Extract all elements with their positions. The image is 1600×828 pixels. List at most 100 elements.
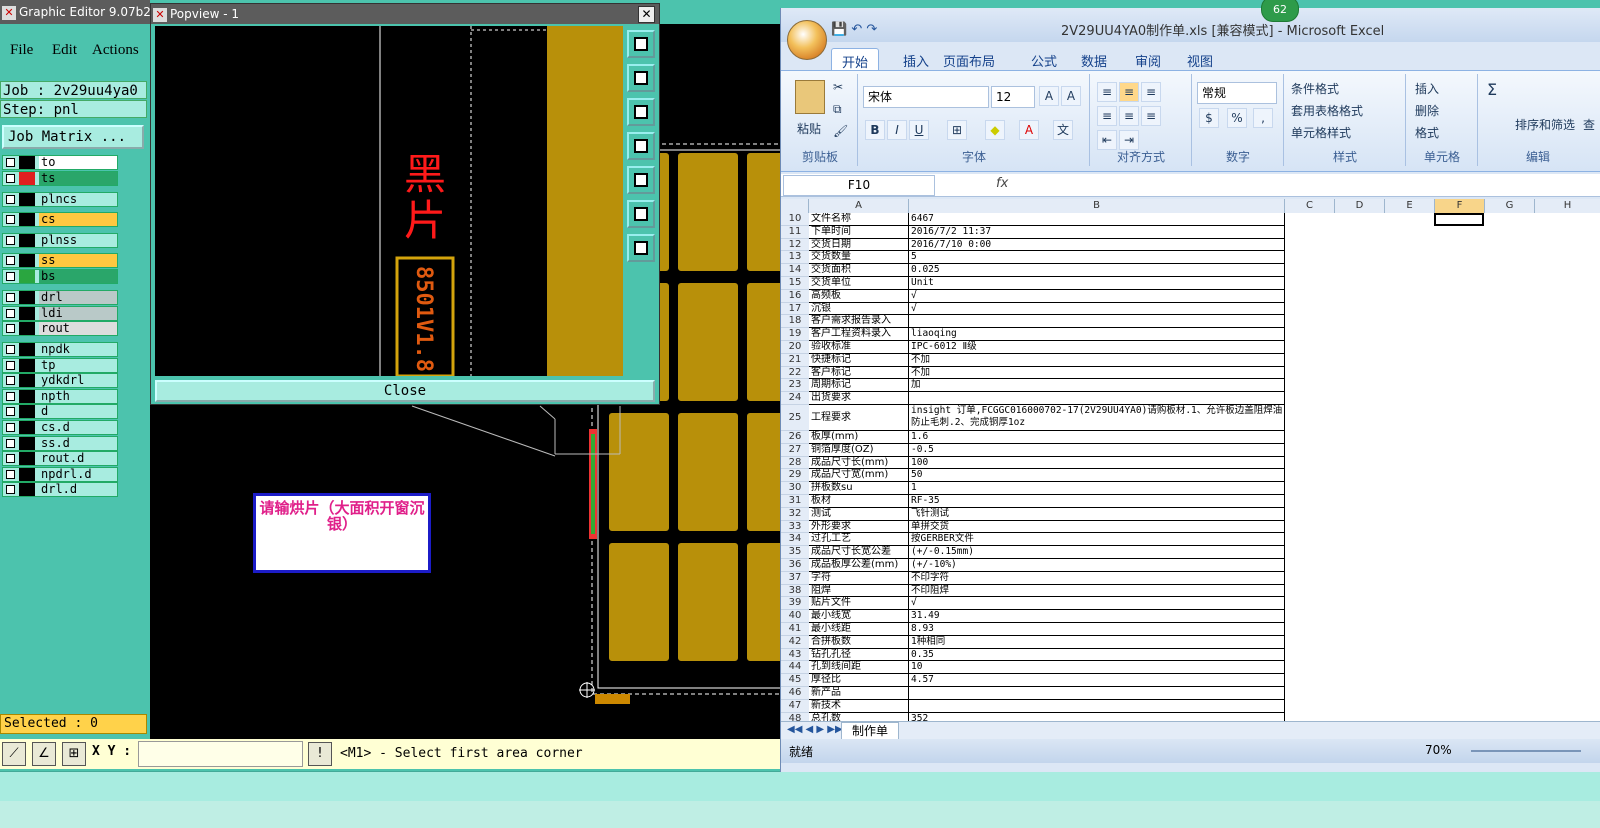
cell-b[interactable]: 0.35 (909, 648, 1285, 662)
row-number[interactable]: 15 (781, 277, 809, 290)
layer-row-d[interactable]: d (2, 404, 118, 419)
cell-a[interactable]: 交货数量 (809, 251, 909, 265)
cell-b[interactable]: √ (909, 289, 1285, 303)
column-header-f[interactable]: F (1435, 199, 1485, 213)
cut-icon[interactable]: ✂ (833, 80, 843, 94)
cell-a[interactable]: 孔到线间距 (809, 661, 909, 675)
cell-a[interactable]: 字符 (809, 571, 909, 585)
name-box[interactable]: F10 (783, 175, 935, 196)
xy-input[interactable] (138, 741, 303, 767)
layer-row-ss-d[interactable]: ss.d (2, 436, 118, 451)
cell-b[interactable]: 8.93 (909, 623, 1285, 636)
align-bottom-icon[interactable]: ≡ (1141, 82, 1161, 102)
fx-icon[interactable]: fx (996, 176, 1008, 191)
layer-row-ldi[interactable]: ldi (2, 306, 118, 321)
cell-b[interactable]: 2016/7/2 11:37 (909, 225, 1285, 239)
cell-b[interactable]: 352 (909, 712, 1285, 721)
cell-a[interactable]: 拼板数su (809, 482, 909, 495)
cell-a[interactable]: 最小线宽 (809, 610, 909, 623)
italic-icon[interactable]: I (887, 120, 907, 140)
cell-b[interactable]: √ (909, 302, 1285, 316)
row-number[interactable]: 14 (781, 264, 809, 277)
cell-b[interactable] (909, 315, 1285, 329)
job-matrix-button[interactable]: Job Matrix ... (2, 125, 144, 149)
row-number[interactable]: 16 (781, 289, 809, 303)
cell-b[interactable]: 10 (909, 661, 1285, 675)
cell-a[interactable]: 板厚(mm) (809, 431, 909, 444)
row-number[interactable]: 26 (781, 431, 809, 444)
layer-row-npdrl-d[interactable]: npdrl.d (2, 467, 118, 482)
layer-row-npdk[interactable]: npdk (2, 342, 118, 357)
paste-label[interactable]: 粘贴 (797, 120, 821, 137)
cell-a[interactable]: 厚径比 (809, 674, 909, 687)
row-number[interactable]: 35 (781, 546, 809, 559)
center-view-icon[interactable] (627, 234, 655, 262)
cell-a[interactable]: 成品板厚公差(mm) (809, 559, 909, 572)
row-number[interactable]: 42 (781, 635, 809, 649)
cell-b[interactable] (909, 687, 1285, 700)
layer-checkbox[interactable] (6, 324, 15, 333)
cell-a[interactable]: 贴片文件 (809, 597, 909, 611)
decrease-indent-icon[interactable]: ⇤ (1097, 130, 1117, 150)
underline-icon[interactable]: U (909, 120, 929, 140)
row-number[interactable]: 34 (781, 533, 809, 547)
row-number[interactable]: 27 (781, 443, 809, 457)
shrink-font-icon[interactable]: A (1061, 86, 1081, 106)
row-number[interactable]: 24 (781, 392, 809, 405)
info-icon[interactable]: ! (308, 742, 332, 766)
column-header-h[interactable]: H (1535, 199, 1600, 213)
cell-style-button[interactable]: 单元格样式 (1291, 124, 1351, 141)
row-number[interactable]: 19 (781, 328, 809, 341)
cell-b[interactable]: (+/-10%) (909, 559, 1285, 572)
menu-file[interactable]: File (10, 42, 33, 59)
layer-checkbox[interactable] (6, 485, 15, 494)
pan-left-icon[interactable] (627, 132, 655, 160)
undo-icon[interactable]: ↶ (851, 22, 862, 37)
column-header-d[interactable]: D (1335, 199, 1385, 213)
zoom-level[interactable]: 70% (1425, 743, 1452, 757)
zoom-slider[interactable] (1471, 750, 1581, 752)
pan-down-icon[interactable] (627, 98, 655, 126)
row-number[interactable]: 17 (781, 302, 809, 316)
layer-row-ts[interactable]: ts (2, 171, 118, 186)
cell-b[interactable]: 不印阻焊 (909, 584, 1285, 598)
cell-b[interactable]: 4.57 (909, 674, 1285, 687)
row-number[interactable]: 18 (781, 315, 809, 329)
layer-checkbox[interactable] (6, 361, 15, 370)
row-number[interactable]: 10 (781, 213, 809, 226)
cell-b[interactable]: 6467 (909, 213, 1285, 226)
layer-row-plnss[interactable]: plnss (2, 233, 118, 248)
cell-b[interactable]: 31.49 (909, 610, 1285, 623)
cell-b[interactable]: 不印字符 (909, 571, 1285, 585)
find-button[interactable]: 查 (1583, 116, 1595, 133)
cell-b[interactable]: IPC-6012 Ⅱ级 (909, 341, 1285, 354)
cell-a[interactable]: 沉银 (809, 302, 909, 316)
row-number[interactable]: 28 (781, 456, 809, 470)
format-cells-button[interactable]: 格式 (1415, 124, 1439, 141)
save-icon[interactable]: 💾 (831, 22, 847, 37)
cell-a[interactable]: 成品尺寸长宽公差 (809, 546, 909, 559)
row-number[interactable]: 22 (781, 366, 809, 380)
cell-a[interactable]: 最小线距 (809, 623, 909, 636)
number-format-select[interactable]: 常规 (1197, 82, 1277, 104)
fit-view-icon[interactable] (627, 200, 655, 228)
cell-b[interactable]: 按GERBER文件 (909, 533, 1285, 547)
layer-checkbox[interactable] (6, 256, 15, 265)
pan-right-icon[interactable] (627, 166, 655, 194)
font-name-select[interactable]: 宋体 (863, 86, 989, 108)
cell-a[interactable]: 交货日期 (809, 238, 909, 252)
cell-a[interactable]: 合拼板数 (809, 635, 909, 649)
cell-a[interactable]: 铜箔厚度(OZ) (809, 443, 909, 457)
row-number[interactable]: 48 (781, 712, 809, 721)
format-painter-icon[interactable]: 🖌 (833, 124, 848, 138)
cell-b[interactable]: 不加 (909, 353, 1285, 367)
zoom-in-icon[interactable] (627, 30, 655, 58)
layer-row-to[interactable]: to (2, 155, 118, 170)
column-header-c[interactable]: C (1285, 199, 1335, 213)
layer-row-drl[interactable]: drl (2, 290, 118, 305)
cell-b[interactable]: 50 (909, 469, 1285, 483)
align-middle-icon[interactable]: ≡ (1119, 82, 1139, 102)
row-number[interactable]: 31 (781, 495, 809, 508)
fill-color-icon[interactable]: ◆ (985, 120, 1005, 140)
cell-b[interactable]: 加 (909, 379, 1285, 393)
